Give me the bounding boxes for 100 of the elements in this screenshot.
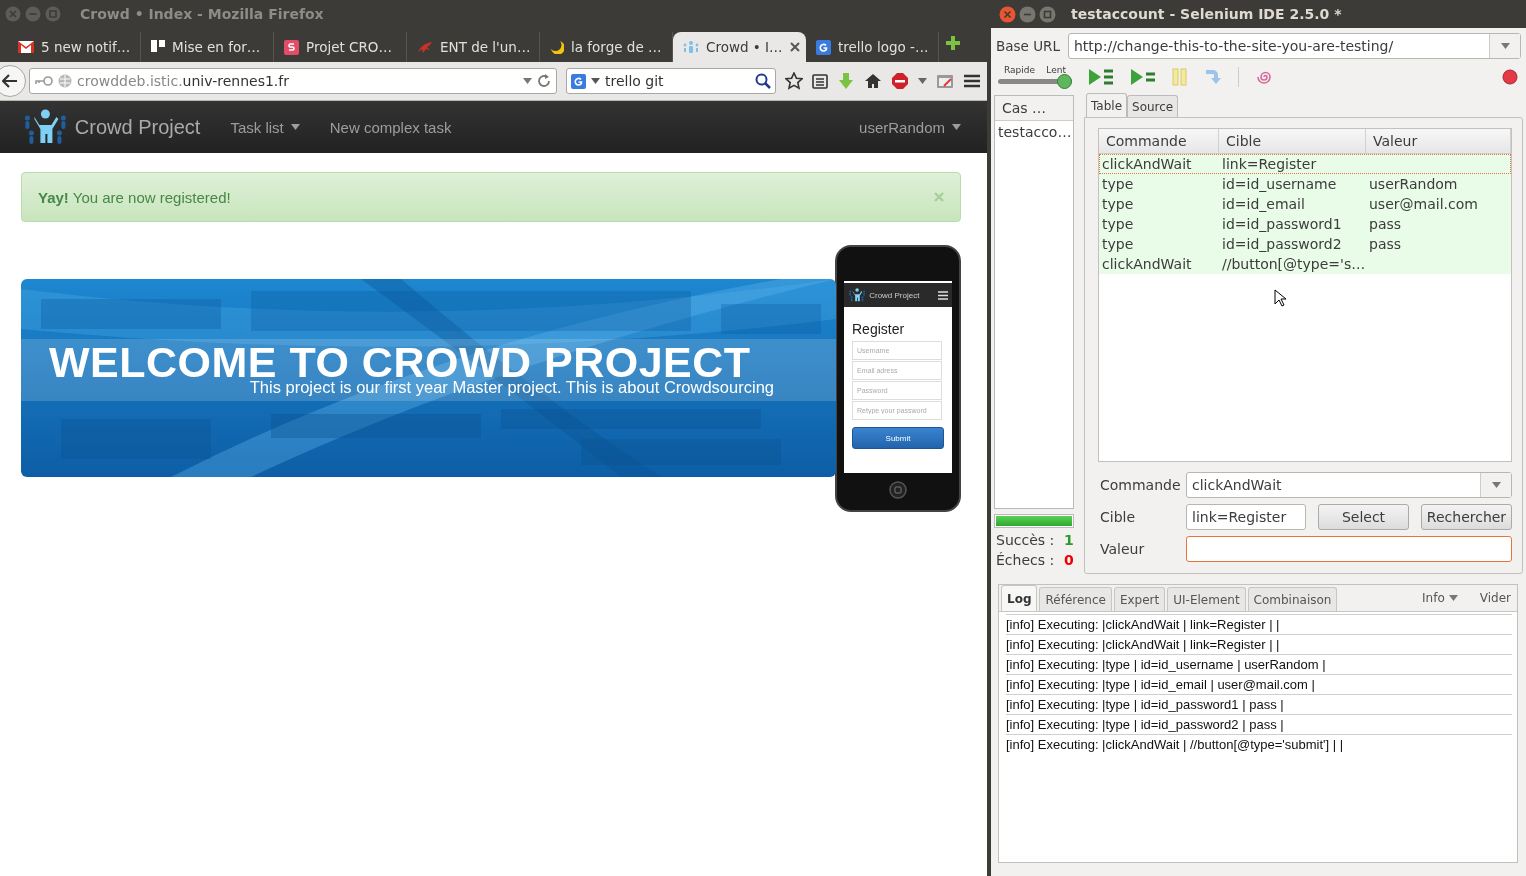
mini-brand: Crowd Project: [869, 290, 920, 300]
alert-message: Yay! You are now registered!: [38, 188, 232, 206]
table-cell-text: type: [1101, 236, 1135, 252]
close-icon[interactable]: [790, 42, 800, 52]
table-cell-text: type: [1101, 196, 1135, 212]
table-cell-text: clickAndWait: [1101, 256, 1193, 272]
logo-icon: [22, 109, 69, 145]
caret-icon: [290, 124, 300, 130]
log-tab[interactable]: Combinaison: [1247, 587, 1338, 611]
close-icon[interactable]: [999, 5, 1016, 23]
target-field[interactable]: link=Register: [1186, 504, 1306, 530]
browser-tab[interactable]: Crowd • I…: [673, 32, 806, 62]
table-row[interactable]: type id=id_email user@mail.com: [1099, 194, 1511, 214]
caret-icon: [523, 78, 532, 84]
log-line: [info] Executing: |clickAndWait | link=Register | |: [1006, 614, 1512, 634]
log-level-menu[interactable]: Info: [1422, 591, 1458, 605]
log-tab[interactable]: UI-Element: [1167, 587, 1246, 611]
find-button[interactable]: Rechercher: [1421, 504, 1512, 530]
caret-icon: [1491, 482, 1501, 488]
field-label: Base URL: [996, 38, 1060, 54]
clear-link[interactable]: Vider: [1479, 591, 1511, 605]
play-all-icon[interactable]: [1088, 67, 1114, 87]
search-field[interactable]: trello git: [566, 68, 776, 94]
speed-slider[interactable]: [998, 74, 1072, 89]
log-line: [info] Executing: |type | id=id_password1 | pass |: [1006, 694, 1512, 714]
moon-icon: [550, 40, 564, 54]
column-header: Cible: [1219, 129, 1366, 153]
search-engine-icon: [816, 39, 831, 55]
log-tab[interactable]: Référence: [1039, 587, 1112, 611]
table-cell-text: type: [1101, 216, 1135, 232]
view-tab[interactable]: Table: [1086, 93, 1128, 118]
back-arrow-icon: [2, 74, 18, 88]
log-line: [info] Executing: |type | id=id_email | user@mail.com |: [1006, 674, 1512, 694]
table-row[interactable]: clickAndWait //button[@type='s…: [1099, 254, 1511, 274]
form-heading: Register: [852, 321, 906, 337]
bug-icon: [417, 40, 433, 54]
back-button[interactable]: [0, 65, 26, 97]
user-menu[interactable]: userRandom: [859, 118, 961, 136]
table-row[interactable]: clickAndWait link=Register: [1099, 154, 1511, 174]
column-header: Cas …: [995, 96, 1073, 121]
slider-label: Rapide: [1004, 65, 1036, 75]
mouse-pointer-icon: [1274, 289, 1286, 307]
log-line: [info] Executing: |type | id=id_password2 | pass |: [1006, 714, 1512, 734]
stop-sign-icon[interactable]: [891, 72, 909, 90]
search-icon[interactable]: [755, 73, 771, 89]
field-label: Valeur: [1099, 541, 1146, 557]
table-cell-text: id=id_password1: [1221, 216, 1343, 232]
base-url-field[interactable]: http://change-this-to-the-site-you-are-testing/: [1067, 33, 1521, 59]
caret-icon: [1500, 43, 1510, 49]
table-cell-text: pass: [1368, 216, 1403, 232]
failure-count: 0: [1064, 552, 1074, 568]
log-tab[interactable]: Log: [1001, 585, 1038, 611]
value-field[interactable]: [1186, 536, 1512, 562]
table-cell-text: id=id_username: [1221, 176, 1338, 192]
submit-button[interactable]: Submit: [852, 427, 944, 449]
log-line: [info] Executing: |type | id=id_username | userRandom |: [1006, 654, 1512, 674]
url-field[interactable]: crowddeb.istic.univ-rennes1.fr: [29, 68, 557, 94]
view-tab[interactable]: Source: [1127, 95, 1179, 117]
table-cell-text: //button[@type='s…: [1221, 256, 1367, 272]
logo-icon: [848, 288, 867, 302]
table-cell-text: user@mail.com: [1368, 196, 1479, 212]
log-line: [info] Executing: |clickAndWait | link=Register | |: [1006, 634, 1512, 654]
board-icon: [151, 40, 165, 54]
brand-link[interactable]: Crowd Project: [22, 109, 201, 145]
command-field[interactable]: clickAndWait: [1186, 472, 1512, 498]
people-icon: [683, 40, 699, 54]
log-tab[interactable]: Expert: [1113, 587, 1166, 611]
test-case-item[interactable]: testacco…: [995, 121, 1073, 143]
table-row[interactable]: type id=id_password2 pass: [1099, 234, 1511, 254]
table-cell-text: id=id_password2: [1221, 236, 1343, 252]
table-cell-text: userRandom: [1368, 176, 1459, 192]
slider-thumb[interactable]: [1057, 74, 1072, 89]
nav-link[interactable]: Task list: [230, 118, 300, 136]
new-tab-icon[interactable]: [945, 35, 961, 51]
nav-link[interactable]: New complex task: [329, 118, 452, 136]
maximize-icon[interactable]: [1039, 5, 1056, 23]
reload-icon[interactable]: [537, 74, 551, 88]
home-icon[interactable]: [864, 73, 882, 89]
select-button[interactable]: Select: [1318, 504, 1409, 530]
bookmark-star-icon[interactable]: [785, 72, 803, 90]
table-cell-text: clickAndWait: [1101, 156, 1193, 172]
key-icon: [35, 75, 53, 87]
app-icon: [284, 39, 299, 55]
field-label: Cible: [1099, 509, 1137, 525]
record-icon[interactable]: [1502, 69, 1518, 85]
play-icon[interactable]: [1130, 67, 1156, 87]
caret-icon: [1448, 595, 1458, 601]
table-row[interactable]: type id=id_username userRandom: [1099, 174, 1511, 194]
window-title: testaccount - Selenium IDE 2.5.0 *: [1071, 6, 1342, 22]
minimize-icon[interactable]: [1019, 5, 1036, 23]
success-count: 1: [1064, 532, 1074, 548]
caret-icon: [918, 78, 927, 84]
table-row[interactable]: type id=id_password1 pass: [1099, 214, 1511, 234]
home-button-icon[interactable]: [889, 481, 907, 499]
table-cell-text: link=Register: [1221, 156, 1318, 172]
reading-list-icon[interactable]: [812, 73, 828, 89]
clipboard-icon[interactable]: [936, 73, 954, 89]
menu-icon[interactable]: [963, 73, 981, 89]
stat-label: Échecs :: [996, 552, 1056, 568]
field-label: Commande: [1099, 477, 1182, 493]
